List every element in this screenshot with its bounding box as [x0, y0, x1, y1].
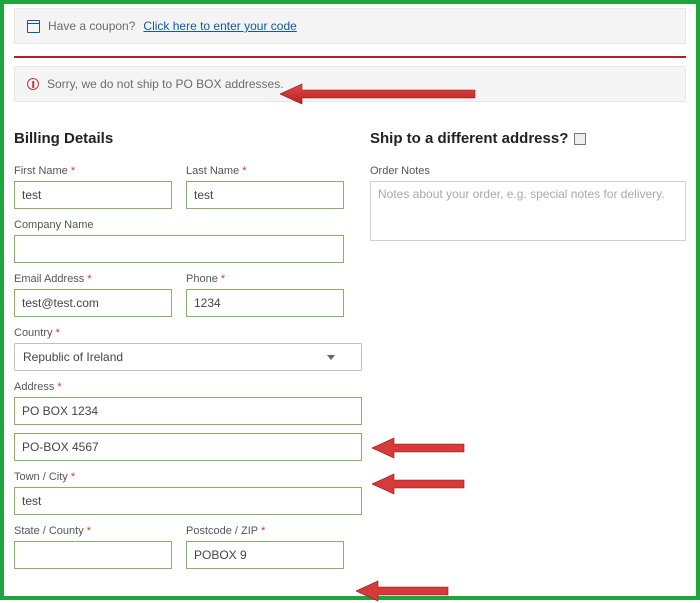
- phone-label: Phone *: [186, 273, 344, 285]
- first-name-label: First Name *: [14, 165, 172, 177]
- coupon-link[interactable]: Click here to enter your code: [143, 19, 296, 33]
- email-label: Email Address *: [14, 273, 172, 285]
- email-field: Email Address *: [14, 273, 172, 317]
- first-name-field: First Name *: [14, 165, 172, 209]
- error-icon: [27, 78, 39, 90]
- error-notice: Sorry, we do not ship to PO BOX addresse…: [14, 66, 686, 102]
- country-field: Country * Republic of Ireland: [14, 327, 362, 371]
- shipping-section: Ship to a different address? Order Notes: [370, 130, 686, 579]
- postcode-field: Postcode / ZIP *: [186, 525, 344, 569]
- error-message: Sorry, we do not ship to PO BOX addresse…: [47, 77, 284, 91]
- divider: [14, 56, 686, 58]
- last-name-label: Last Name *: [186, 165, 344, 177]
- billing-heading: Billing Details: [14, 130, 362, 147]
- coupon-prompt: Have a coupon?: [48, 19, 135, 33]
- email-input[interactable]: [14, 289, 172, 317]
- country-value: Republic of Ireland: [23, 350, 123, 364]
- company-input[interactable]: [14, 235, 344, 263]
- company-label: Company Name: [14, 219, 344, 231]
- calendar-icon: [27, 20, 40, 33]
- last-name-field: Last Name *: [186, 165, 344, 209]
- first-name-input[interactable]: [14, 181, 172, 209]
- country-label: Country *: [14, 327, 362, 339]
- company-field: Company Name: [14, 219, 344, 263]
- shipping-heading-text: Ship to a different address?: [370, 130, 568, 147]
- country-select[interactable]: Republic of Ireland: [14, 343, 362, 371]
- postcode-label: Postcode / ZIP *: [186, 525, 344, 537]
- last-name-input[interactable]: [186, 181, 344, 209]
- order-notes-textarea[interactable]: [370, 181, 686, 241]
- phone-input[interactable]: [186, 289, 344, 317]
- address-field: Address *: [14, 381, 362, 461]
- shipping-heading: Ship to a different address?: [370, 130, 686, 147]
- state-field: State / County *: [14, 525, 172, 569]
- billing-details-section: Billing Details First Name * Last Name *…: [14, 130, 362, 579]
- postcode-input[interactable]: [186, 541, 344, 569]
- ship-different-checkbox[interactable]: [574, 133, 586, 145]
- state-label: State / County *: [14, 525, 172, 537]
- address-label: Address *: [14, 381, 362, 393]
- city-field: Town / City *: [14, 471, 362, 515]
- address-line2-input[interactable]: [14, 433, 362, 461]
- city-label: Town / City *: [14, 471, 362, 483]
- order-notes-field: Order Notes: [370, 165, 686, 246]
- address-line1-input[interactable]: [14, 397, 362, 425]
- state-input[interactable]: [14, 541, 172, 569]
- chevron-down-icon: [327, 355, 335, 360]
- coupon-notice: Have a coupon? Click here to enter your …: [14, 8, 686, 44]
- phone-field: Phone *: [186, 273, 344, 317]
- city-input[interactable]: [14, 487, 362, 515]
- order-notes-label: Order Notes: [370, 165, 686, 177]
